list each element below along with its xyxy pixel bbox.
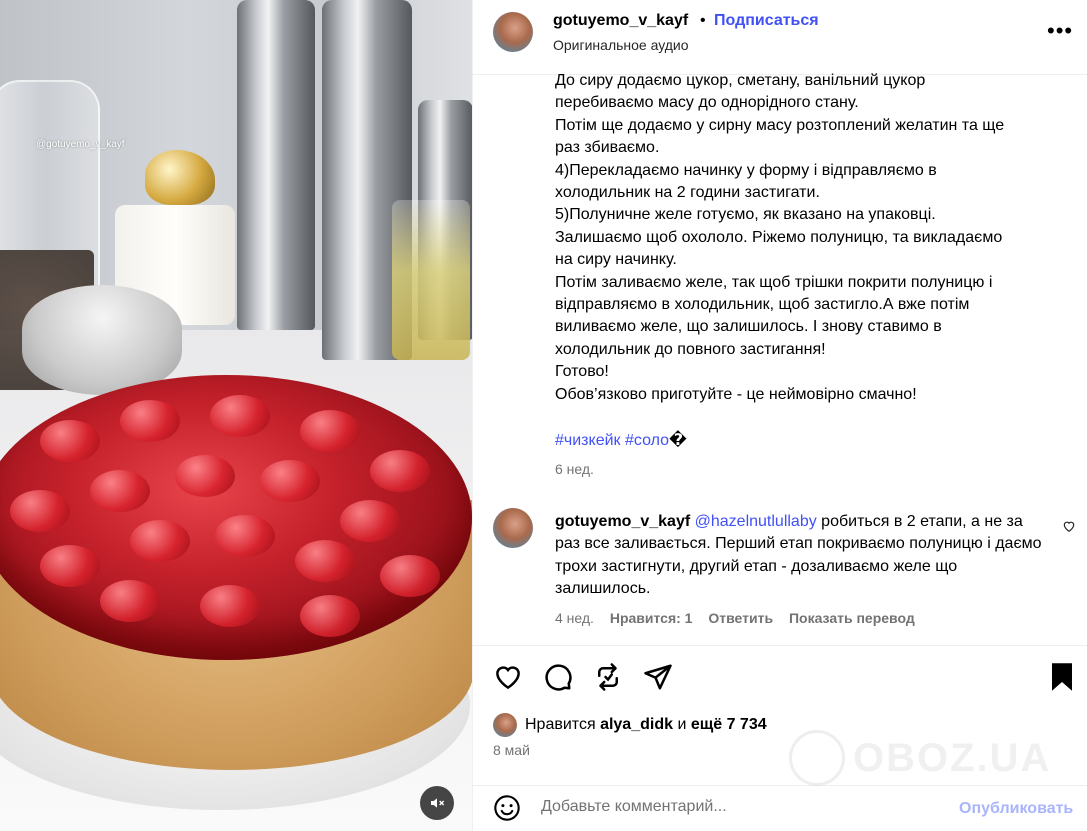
paper-plane-icon bbox=[644, 664, 672, 690]
post-media[interactable]: @gotuyemo_v_kayf bbox=[0, 0, 472, 831]
strawberry bbox=[40, 420, 100, 462]
comment-bubble-icon bbox=[545, 664, 572, 691]
liked-by-and: и bbox=[677, 716, 687, 733]
emoji-button[interactable] bbox=[493, 794, 521, 827]
caption-line: відправляємо в холодильник, щоб застигло… bbox=[555, 296, 970, 314]
globe-logo-icon bbox=[789, 730, 845, 786]
candle-holder bbox=[22, 285, 182, 395]
caption-hashtags: #чизкейк #соло� bbox=[555, 430, 687, 450]
liked-by-row: Нравится alya_didk и ещё 7 734 bbox=[493, 713, 767, 737]
watermark-text: OBOZ.UA bbox=[853, 735, 1052, 780]
share-button[interactable] bbox=[643, 662, 673, 692]
pepper-grinder bbox=[237, 0, 315, 330]
strawberry bbox=[100, 580, 160, 622]
add-comment-bar: Опубликовать bbox=[473, 785, 1087, 831]
strawberry bbox=[340, 500, 400, 542]
author-username[interactable]: gotuyemo_v_kayf bbox=[553, 12, 688, 30]
more-options-button[interactable]: ••• bbox=[1047, 18, 1073, 44]
strawberry bbox=[130, 520, 190, 562]
caption-line: Потім заливаємо желе, так щоб трішки пок… bbox=[555, 273, 993, 291]
like-button[interactable] bbox=[493, 662, 523, 692]
header-separator: • bbox=[700, 12, 706, 29]
caption-line: Обов’язково приготуйте - це неймовірно с… bbox=[555, 385, 917, 403]
strawberry bbox=[200, 585, 260, 627]
comment-meta: 4 нед. Нравится: 1 Ответить Показать пер… bbox=[555, 610, 927, 626]
hashtag-tail: � bbox=[669, 432, 687, 449]
strawberry bbox=[300, 410, 360, 452]
heart-icon bbox=[1063, 521, 1075, 532]
likes-count[interactable]: ещё 7 734 bbox=[691, 716, 767, 734]
comment-text: gotuyemo_v_kayf @hazelnutlullaby робитьс… bbox=[555, 511, 1045, 601]
hashtag-link[interactable]: #чизкейк bbox=[555, 432, 621, 449]
hashtag-link[interactable]: #соло bbox=[625, 432, 669, 449]
comment-button[interactable] bbox=[543, 662, 573, 692]
caption-line: перебиваємо масу до однорідного стану. bbox=[555, 94, 859, 112]
caption-line: холодильник до повного застигання! bbox=[555, 340, 826, 358]
caption-line: Потім ще додаємо у сирну масу розтоплени… bbox=[555, 116, 1005, 134]
caption-timestamp[interactable]: 6 нед. bbox=[555, 461, 594, 477]
more-icon: ••• bbox=[1047, 18, 1074, 43]
caption-line: Залишаємо щоб охололо. Ріжемо полуницю, … bbox=[555, 228, 1003, 246]
site-watermark: OBOZ.UA bbox=[789, 730, 1051, 786]
translate-button[interactable]: Показать перевод bbox=[789, 610, 915, 626]
strawberry bbox=[120, 400, 180, 442]
smiley-icon bbox=[494, 795, 520, 821]
audio-label[interactable]: Оригинальное аудио bbox=[553, 37, 689, 53]
comment-likes-count[interactable]: Нравится: 1 bbox=[610, 610, 693, 626]
caption-line: раз збиваємо. bbox=[555, 139, 660, 157]
strawberry bbox=[380, 555, 440, 597]
liked-by-prefix: Нравится bbox=[525, 716, 596, 733]
strawberry bbox=[295, 540, 355, 582]
caption-line: 5)Полуничне желе готуємо, як вказано на … bbox=[555, 206, 936, 224]
caption-line: виливаємо желе, що залишилось. І знову с… bbox=[555, 318, 942, 336]
comment-mention[interactable]: @hazelnutlullaby bbox=[695, 513, 817, 530]
comment-like-button[interactable] bbox=[1062, 519, 1076, 538]
reply-button[interactable]: Ответить bbox=[708, 610, 773, 626]
strawberry bbox=[175, 455, 235, 497]
post-panel: gotuyemo_v_kayf • Подписаться Оригинальн… bbox=[472, 0, 1087, 831]
strawberry bbox=[215, 515, 275, 557]
caption-line: холодильник на 2 години застигати. bbox=[555, 184, 820, 202]
author-avatar[interactable] bbox=[493, 12, 533, 52]
post-header: gotuyemo_v_kayf • Подписаться Оригинальн… bbox=[473, 0, 1087, 75]
comment-username[interactable]: gotuyemo_v_kayf bbox=[555, 513, 690, 530]
mute-button[interactable] bbox=[420, 786, 454, 820]
strawberry bbox=[210, 395, 270, 437]
follow-button[interactable]: Подписаться bbox=[714, 12, 819, 30]
oil-bottle bbox=[392, 200, 470, 360]
strawberry bbox=[40, 545, 100, 587]
bookmark-icon bbox=[1052, 663, 1072, 691]
comment-input[interactable] bbox=[541, 798, 941, 816]
post-date[interactable]: 8 май bbox=[493, 742, 530, 758]
heart-icon bbox=[496, 666, 520, 690]
post-caption: До сиру додаємо цукор, сметану, ванільни… bbox=[555, 70, 1055, 406]
comment-timestamp[interactable]: 4 нед. bbox=[555, 610, 594, 626]
strawberry bbox=[10, 490, 70, 532]
speaker-muted-icon bbox=[431, 798, 445, 808]
caption-line: на сиру начинку. bbox=[555, 251, 677, 269]
save-button[interactable] bbox=[1049, 662, 1079, 692]
liker-avatar[interactable] bbox=[493, 713, 517, 737]
repost-button[interactable] bbox=[593, 662, 623, 692]
strawberry bbox=[370, 450, 430, 492]
media-watermark: @gotuyemo_v_kayf bbox=[36, 139, 125, 150]
publish-button[interactable]: Опубликовать bbox=[959, 800, 1073, 818]
caption-line: Готово! bbox=[555, 363, 609, 381]
caption-line: До сиру додаємо цукор, сметану, ванільни… bbox=[555, 72, 926, 89]
caption-line: 4)Перекладаємо начинку у форму і відправ… bbox=[555, 161, 937, 179]
repost-icon bbox=[598, 663, 618, 691]
strawberry bbox=[90, 470, 150, 512]
liked-by-user[interactable]: alya_didk bbox=[600, 716, 673, 734]
commenter-avatar[interactable] bbox=[493, 508, 533, 548]
strawberry bbox=[300, 595, 360, 637]
strawberry bbox=[260, 460, 320, 502]
